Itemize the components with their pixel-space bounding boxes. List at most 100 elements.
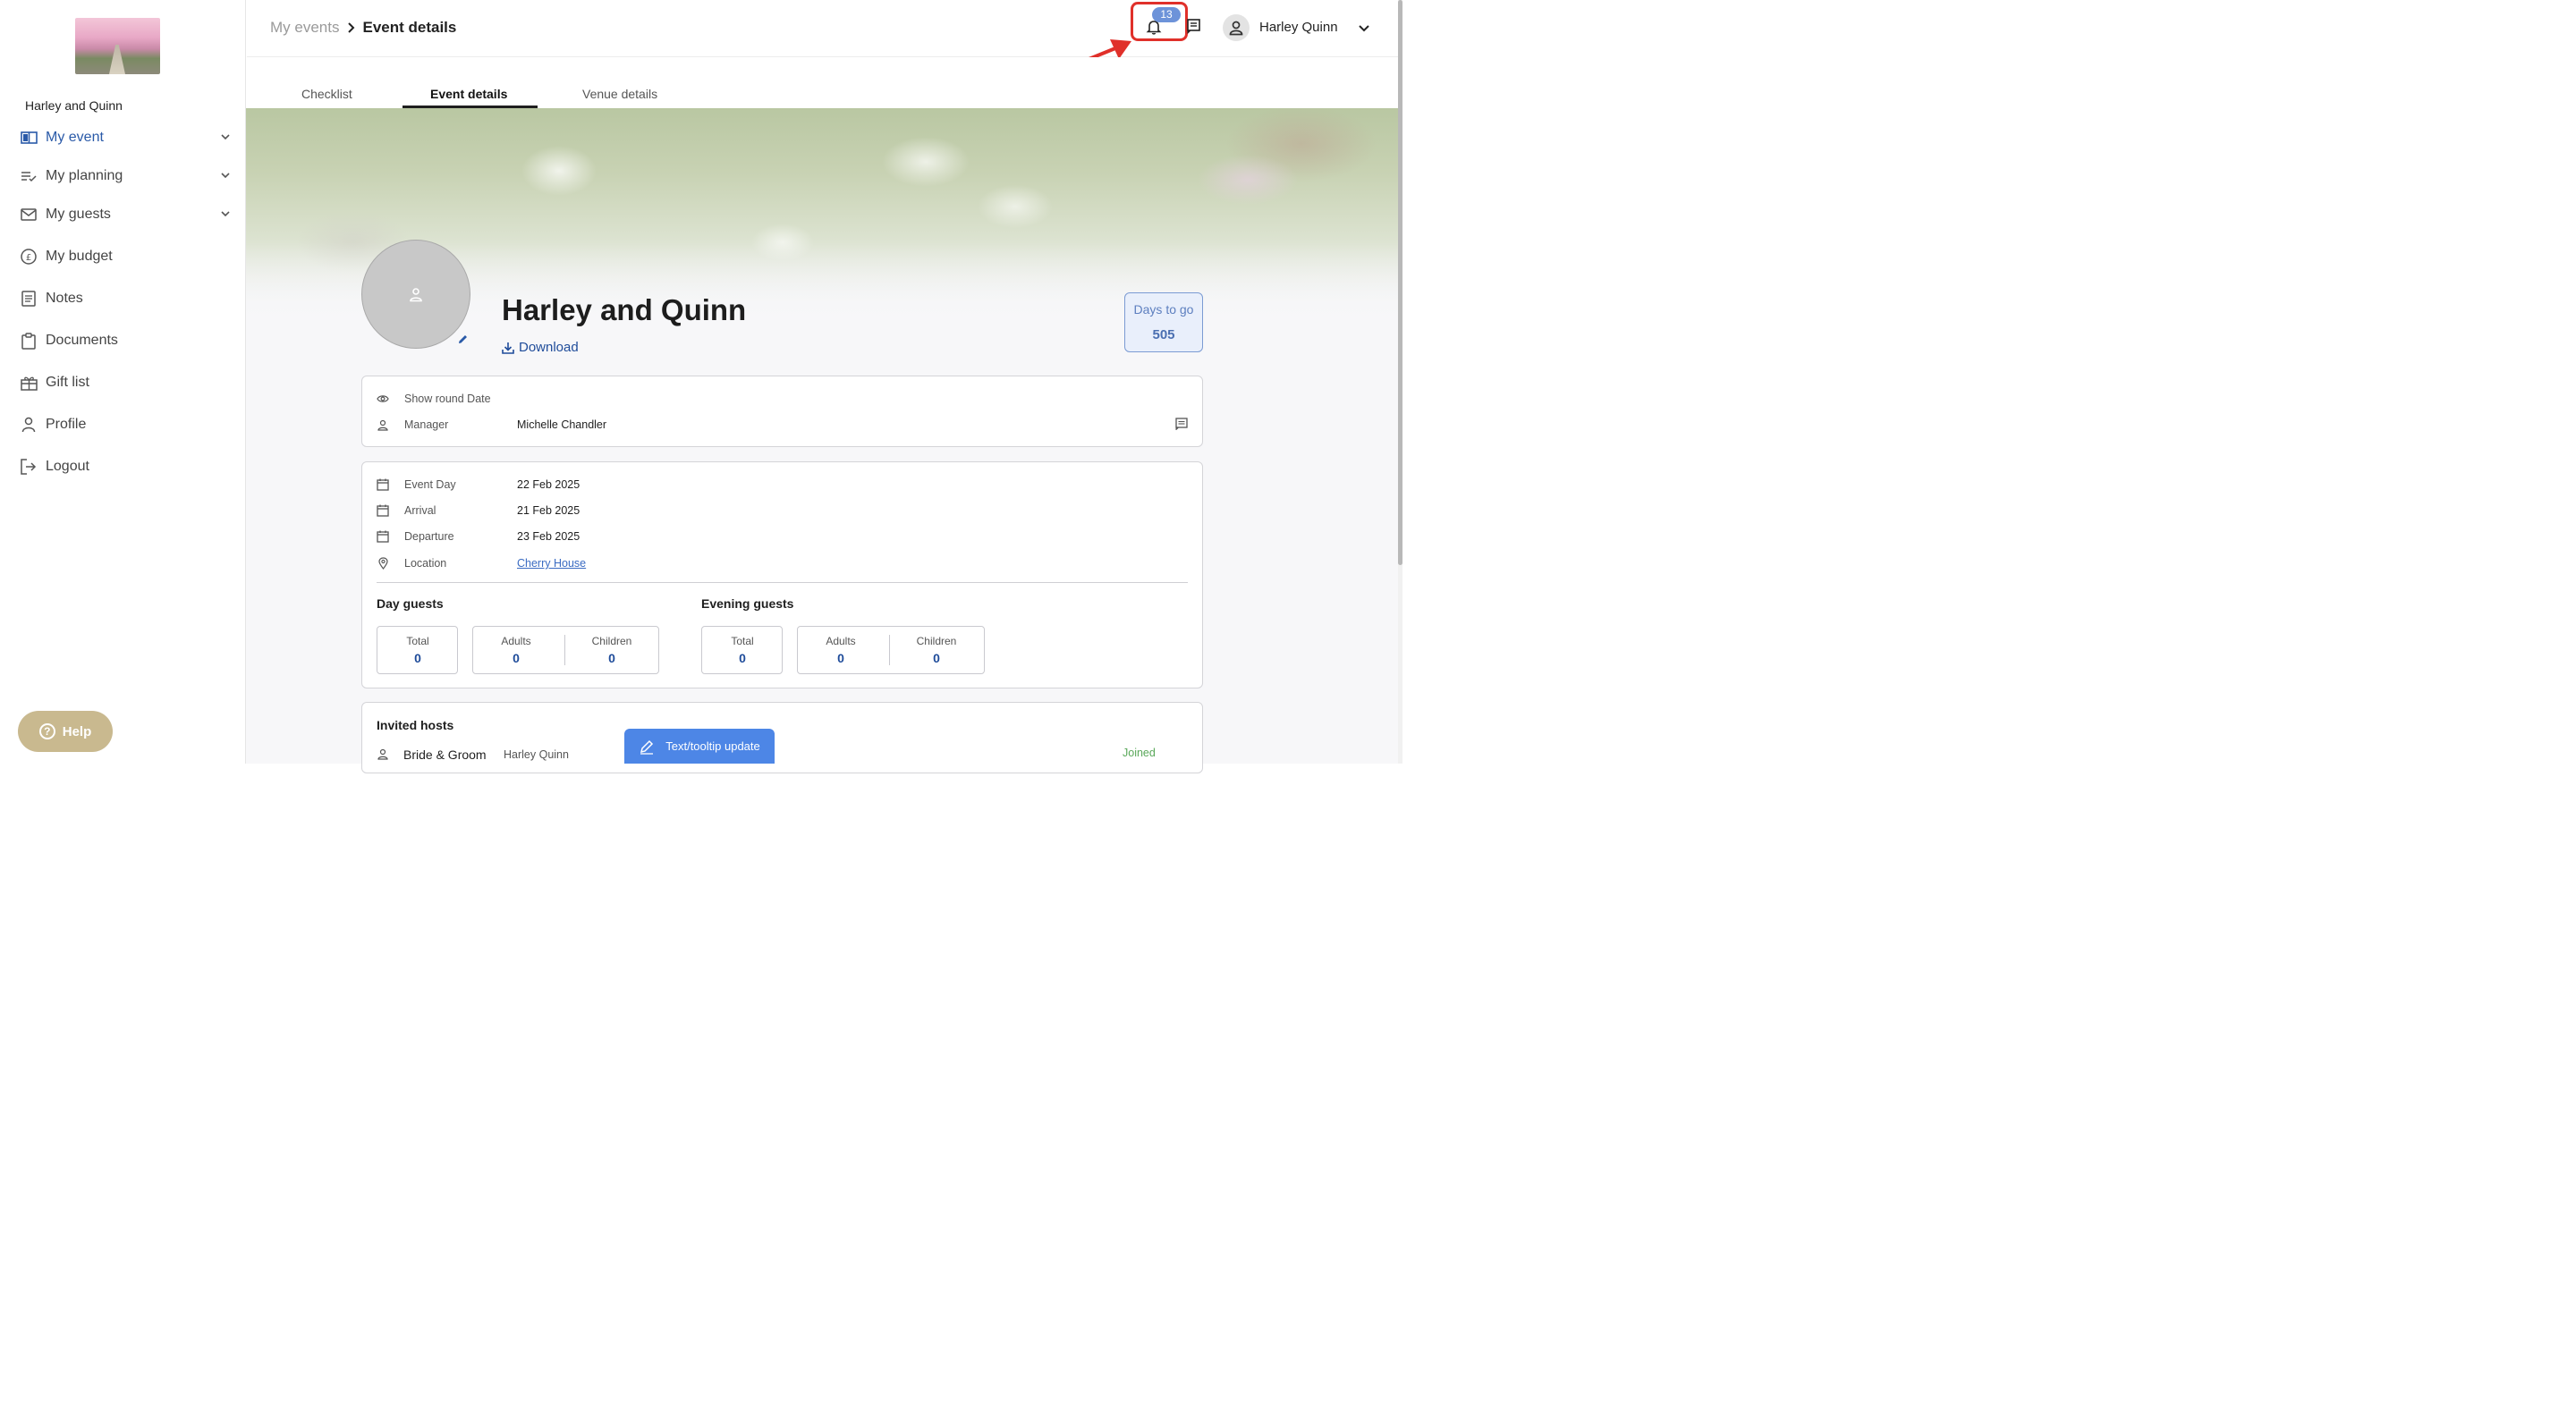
days-to-go-label: Days to go	[1133, 302, 1194, 317]
invited-hosts-card: Invited hosts Bride & Groom Harley Quinn…	[361, 702, 1203, 773]
breadcrumb-current: Event details	[362, 19, 457, 36]
location-link[interactable]: Cherry House	[517, 557, 586, 570]
event-day-row: Event Day 22 Feb 2025	[377, 476, 580, 494]
event-title: Harley and Quinn	[502, 293, 747, 326]
tooltip-update-label: Text/tooltip update	[665, 739, 760, 753]
departure-value: 23 Feb 2025	[517, 530, 580, 543]
event-day-label: Event Day	[404, 478, 456, 491]
sidebar-item-profile[interactable]: Profile	[20, 411, 234, 438]
user-avatar[interactable]	[1223, 14, 1250, 41]
event-day-value: 22 Feb 2025	[517, 478, 580, 491]
tab-checklist[interactable]: Checklist	[301, 87, 352, 101]
messages-icon[interactable]	[1186, 18, 1202, 34]
book-icon	[20, 129, 38, 147]
evening-guests-total: Total 0	[702, 635, 783, 665]
sidebar-item-label: Profile	[46, 417, 87, 432]
help-label: Help	[62, 723, 92, 739]
logout-icon	[20, 458, 38, 476]
clipboard-icon	[20, 332, 38, 350]
person-icon	[377, 418, 389, 431]
sidebar-item-my-planning[interactable]: My planning	[20, 163, 234, 190]
download-label: Download	[519, 340, 579, 355]
pencil-icon[interactable]	[457, 334, 469, 345]
sidebar-item-label: My guests	[46, 207, 111, 222]
chevron-down-icon[interactable]	[220, 170, 231, 181]
tab-venue-details[interactable]: Venue details	[582, 87, 657, 101]
arrival-label: Arrival	[404, 504, 436, 517]
day-guests-total-box: Total 0	[377, 626, 458, 674]
show-round-row: Show round Date	[377, 390, 517, 408]
invited-hosts-title: Invited hosts	[377, 718, 454, 732]
sidebar-item-label: Notes	[46, 291, 83, 306]
host-role: Bride & Groom	[403, 747, 487, 762]
stat-label: Children	[591, 635, 632, 647]
checklist-icon	[20, 167, 38, 185]
stat-label: Children	[916, 635, 957, 647]
download-icon	[502, 342, 514, 354]
info-card: Show round Date Manager Michelle Chandle…	[361, 376, 1203, 447]
day-guests-children: Children 0	[572, 635, 652, 665]
calendar-icon	[377, 478, 389, 491]
sidebar-event-name: Harley and Quinn	[25, 98, 123, 113]
stat-label: Total	[731, 635, 754, 647]
evening-guests-children: Children 0	[896, 635, 977, 665]
download-link[interactable]: Download	[502, 340, 579, 355]
sidebar-item-documents[interactable]: Documents	[20, 327, 234, 354]
days-to-go-value: 505	[1152, 327, 1175, 342]
stat-value: 0	[837, 651, 844, 665]
user-name[interactable]: Harley Quinn	[1259, 20, 1338, 35]
arrival-row: Arrival 21 Feb 2025	[377, 502, 580, 519]
day-guests-total: Total 0	[377, 635, 458, 665]
day-guests-adults: Adults 0	[476, 635, 556, 665]
manager-value: Michelle Chandler	[517, 418, 607, 431]
tooltip-update-button[interactable]: Text/tooltip update	[624, 729, 775, 764]
help-button[interactable]: ? Help	[18, 711, 113, 752]
calendar-icon	[377, 530, 389, 543]
eye-icon	[377, 393, 389, 405]
stat-value: 0	[608, 651, 615, 665]
sidebar-item-my-budget[interactable]: £ My budget	[20, 243, 234, 270]
departure-row: Departure 23 Feb 2025	[377, 528, 580, 545]
location-label: Location	[404, 557, 447, 570]
event-photo[interactable]	[361, 240, 470, 349]
days-to-go-card: Days to go 505	[1124, 292, 1203, 352]
sidebar-item-my-event[interactable]: My event	[20, 124, 234, 151]
host-status-badge: Joined	[1123, 747, 1156, 759]
sidebar-item-label: My budget	[46, 249, 113, 264]
sidebar-item-my-guests[interactable]: My guests	[20, 201, 234, 228]
sidebar-item-notes[interactable]: Notes	[20, 285, 234, 312]
chevron-down-icon[interactable]	[220, 208, 231, 219]
person-icon	[20, 416, 38, 434]
manager-label: Manager	[404, 418, 449, 431]
day-guests-title: Day guests	[377, 596, 444, 611]
sidebar-item-label: Logout	[46, 459, 89, 474]
departure-label: Departure	[404, 530, 454, 543]
sidebar-item-label: Documents	[46, 333, 118, 348]
stat-separator	[564, 635, 565, 665]
tab-event-details[interactable]: Event details	[430, 87, 507, 101]
chevron-down-icon[interactable]	[220, 131, 231, 142]
stat-label: Total	[406, 635, 429, 647]
event-logo-image	[75, 18, 160, 74]
sidebar-item-logout[interactable]: Logout	[20, 453, 234, 480]
question-icon: ?	[38, 723, 55, 739]
sidebar-item-label: Gift list	[46, 375, 89, 390]
scrollbar-thumb[interactable]	[1398, 0, 1402, 565]
person-icon	[410, 287, 422, 301]
sidebar-item-gift-list[interactable]: Gift list	[20, 369, 234, 396]
event-details-card: Event Day 22 Feb 2025 Arrival 21 Feb 202…	[361, 461, 1203, 688]
breadcrumb: My events Event details	[270, 19, 456, 37]
stat-value: 0	[414, 651, 421, 665]
stat-label: Adults	[501, 635, 531, 647]
pound-icon: £	[20, 248, 38, 266]
gift-icon	[20, 374, 38, 392]
message-manager-icon[interactable]	[1175, 418, 1188, 430]
arrival-value: 21 Feb 2025	[517, 504, 580, 517]
chevron-down-icon[interactable]	[1358, 21, 1370, 34]
stat-separator	[889, 635, 890, 665]
breadcrumb-my-events-link[interactable]: My events	[270, 19, 339, 37]
person-icon	[1229, 21, 1243, 36]
stat-value: 0	[739, 651, 746, 665]
day-guests-breakdown-box: Adults 0 Children 0	[472, 626, 659, 674]
stat-value: 0	[933, 651, 940, 665]
